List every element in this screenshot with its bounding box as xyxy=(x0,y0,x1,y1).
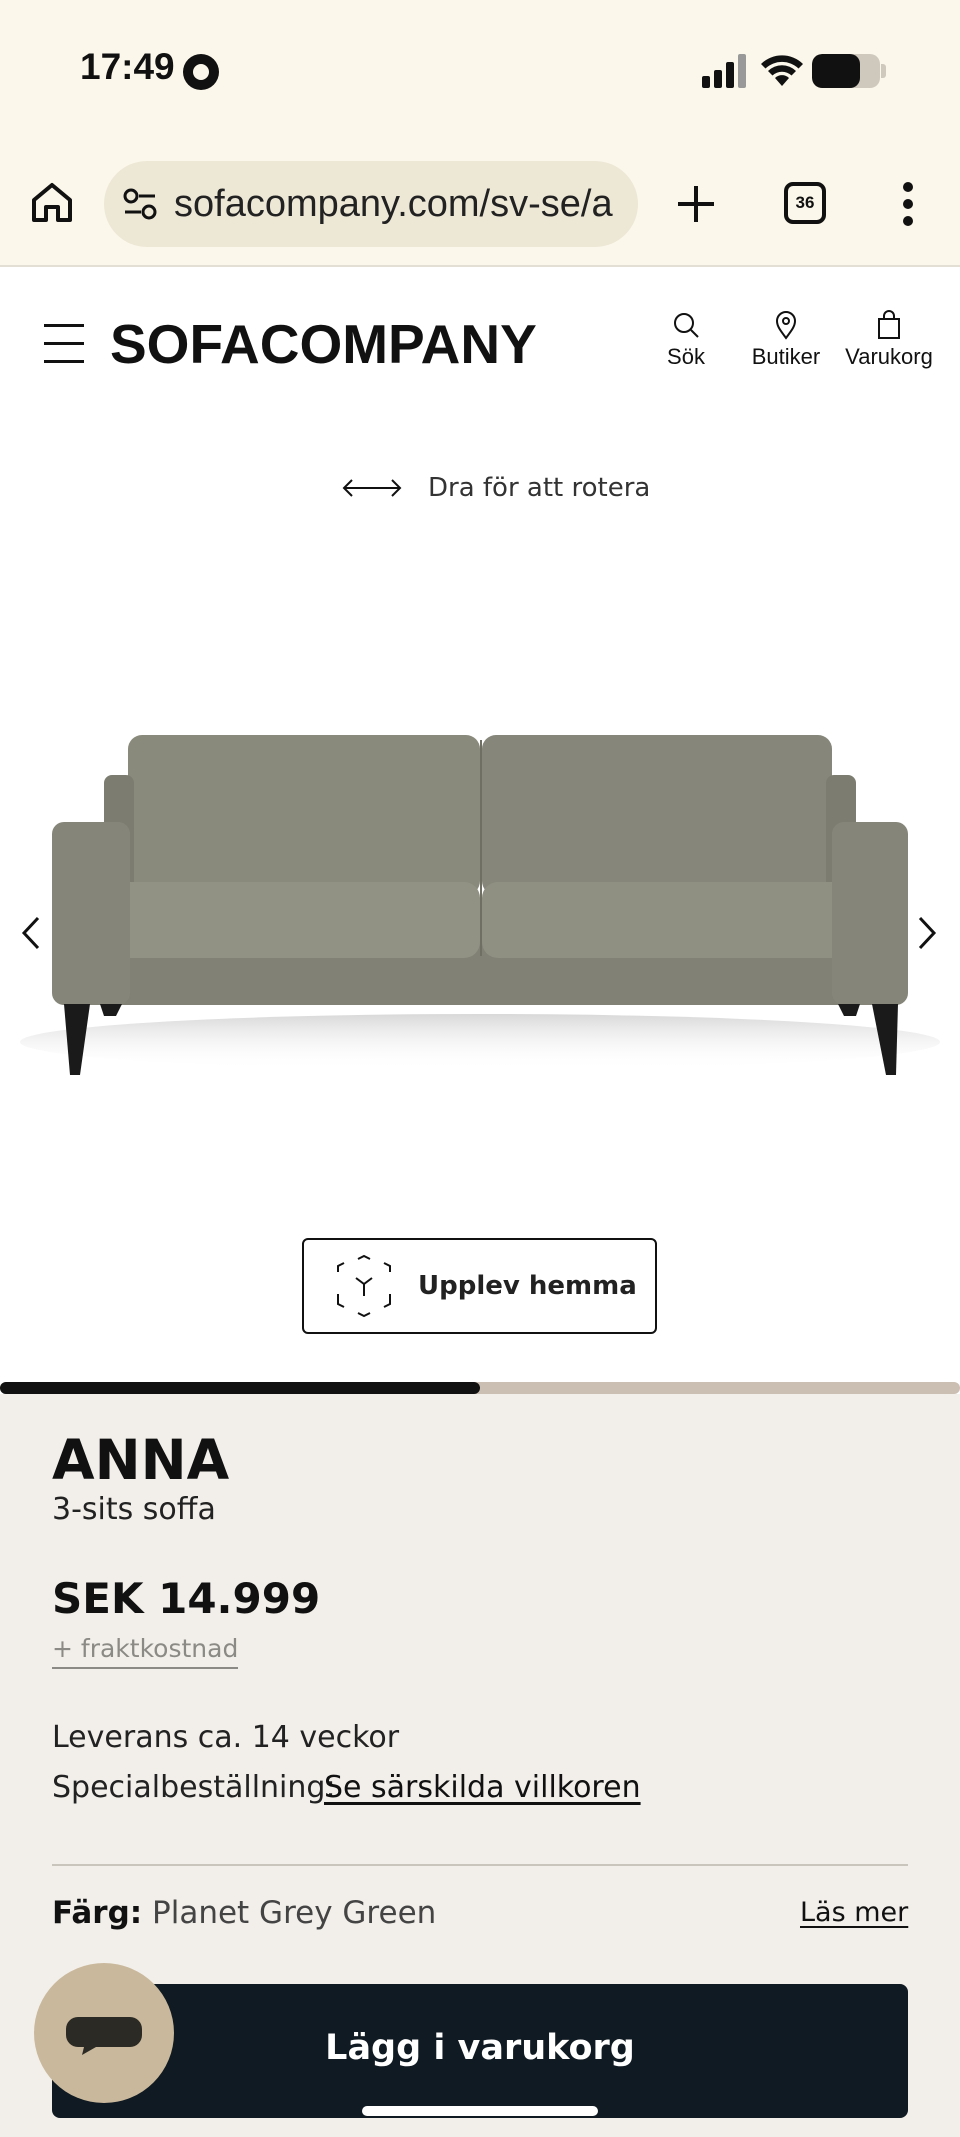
color-selector[interactable]: Färg: Planet Grey Green xyxy=(52,1895,436,1931)
add-to-cart-label: Lägg i varukorg xyxy=(325,2028,635,2068)
battery-level xyxy=(812,54,860,88)
product-type: 3-sits soffa xyxy=(52,1492,216,1527)
nav-search[interactable]: Sök xyxy=(660,310,712,370)
cellular-signal-icon xyxy=(702,52,746,88)
site-logo[interactable]: SOFACOMPANY xyxy=(110,312,537,376)
gallery-progress-bar xyxy=(0,1382,960,1394)
wifi-icon xyxy=(761,55,803,86)
horizontal-arrows-icon xyxy=(342,479,402,497)
product-price: SEK 14.999 xyxy=(52,1574,321,1623)
add-to-cart-button[interactable]: Lägg i varukorg xyxy=(52,1984,908,2118)
shipping-cost-link[interactable]: + fraktkostnad xyxy=(52,1634,239,1669)
hamburger-menu-icon[interactable] xyxy=(44,322,84,364)
status-time: 17:49 xyxy=(80,46,175,87)
search-icon xyxy=(674,313,699,338)
rotate-hint-text: Dra för att rotera xyxy=(428,473,651,503)
chat-bubble-icon xyxy=(66,2017,142,2055)
home-indicator xyxy=(362,2106,598,2116)
carousel-next-icon[interactable] xyxy=(912,912,942,954)
site-settings-icon[interactable] xyxy=(122,187,158,221)
read-more-link[interactable]: Läs mer xyxy=(800,1897,908,1928)
delivery-time: Leverans ca. 14 veckor xyxy=(52,1720,400,1755)
address-bar[interactable]: sofacompany.com/sv-se/a xyxy=(104,161,638,247)
nav-stores[interactable]: Butiker xyxy=(748,310,824,370)
view-in-home-button[interactable]: Upplev hemma xyxy=(302,1238,657,1334)
url-text: sofacompany.com/sv-se/a xyxy=(174,183,613,225)
nav-cart-label: Varukorg xyxy=(845,344,933,369)
nav-cart[interactable]: Varukorg xyxy=(840,310,938,370)
battery-cap xyxy=(881,64,886,78)
home-icon[interactable] xyxy=(28,178,76,226)
carousel-prev-icon[interactable] xyxy=(16,912,46,954)
view-in-home-label: Upplev hemma xyxy=(418,1271,637,1301)
tabs-icon[interactable]: 36 xyxy=(784,182,826,224)
nav-search-label: Sök xyxy=(667,344,705,369)
color-label: Färg: xyxy=(52,1895,143,1931)
color-value: Planet Grey Green xyxy=(152,1895,437,1931)
chat-button[interactable] xyxy=(34,1963,174,2103)
screen-record-icon xyxy=(183,54,219,90)
product-name: ANNA xyxy=(52,1428,230,1492)
gallery-progress-fill xyxy=(0,1382,480,1394)
sofa-product-image[interactable] xyxy=(0,690,960,1110)
location-pin-icon xyxy=(775,311,797,340)
rotate-hint: Dra för att rotera xyxy=(340,468,650,508)
ar-cube-icon xyxy=(337,1254,391,1318)
divider xyxy=(52,1864,908,1866)
more-vert-icon[interactable] xyxy=(894,182,922,226)
new-tab-plus-icon[interactable] xyxy=(672,180,720,228)
shopping-bag-icon xyxy=(878,310,900,339)
special-order-label: Specialbeställning: xyxy=(52,1770,336,1805)
special-terms-link[interactable]: Se särskilda villkoren xyxy=(324,1770,641,1805)
battery-icon xyxy=(812,54,880,88)
nav-stores-label: Butiker xyxy=(751,344,821,369)
